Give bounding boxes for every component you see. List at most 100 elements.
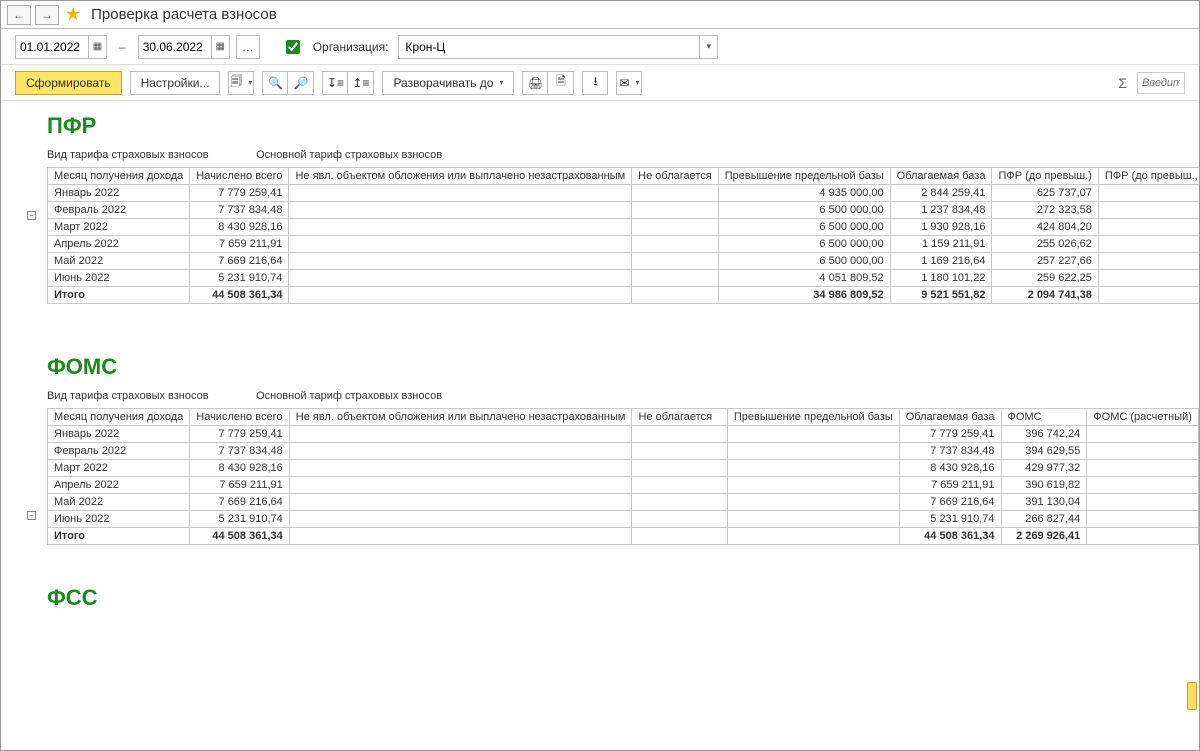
cell[interactable]: 7 737 834,48 [190, 202, 289, 219]
cell[interactable]: 390 619,82 [1001, 477, 1087, 494]
cell[interactable] [632, 426, 727, 443]
table-row[interactable]: Март 20228 430 928,168 430 928,16429 977… [48, 460, 1199, 477]
cell[interactable] [632, 511, 727, 528]
cell[interactable] [289, 511, 632, 528]
cell[interactable]: 257 227,66 [992, 253, 1098, 270]
collapse-pfr[interactable]: − [27, 211, 36, 220]
cell[interactable]: 7 779 259,41 [190, 426, 290, 443]
cell[interactable] [1098, 236, 1199, 253]
cell[interactable] [1087, 528, 1199, 545]
cell[interactable]: 44 508 361,34 [899, 528, 1001, 545]
cell[interactable] [1098, 202, 1199, 219]
cell[interactable]: 266 827,44 [1001, 511, 1087, 528]
cell[interactable]: 394 629,55 [1001, 443, 1087, 460]
cell[interactable] [1087, 511, 1199, 528]
column-header[interactable]: Превышение предельной базы [727, 409, 899, 426]
cell[interactable] [1098, 185, 1199, 202]
table-row[interactable]: Апрель 20227 659 211,916 500 000,001 159… [48, 236, 1200, 253]
pfr-table[interactable]: Месяц получения доходаНачислено всегоНе … [47, 167, 1199, 304]
cell[interactable] [632, 202, 719, 219]
table-row[interactable]: Февраль 20227 737 834,486 500 000,001 23… [48, 202, 1200, 219]
org-checkbox[interactable] [286, 40, 300, 54]
cell[interactable]: 2 844 259,41 [890, 185, 992, 202]
cell[interactable] [1087, 460, 1199, 477]
cell[interactable]: 5 231 910,74 [899, 511, 1001, 528]
find-button[interactable]: 🔍 [262, 71, 288, 95]
cell[interactable] [289, 426, 632, 443]
cell[interactable]: Май 2022 [48, 253, 190, 270]
table-row[interactable]: Май 20227 669 216,647 669 216,64391 130,… [48, 494, 1199, 511]
cell[interactable]: Январь 2022 [48, 185, 190, 202]
cell[interactable] [1087, 443, 1199, 460]
cell[interactable]: 1 169 216,64 [890, 253, 992, 270]
period-select-button[interactable]: … [236, 35, 260, 59]
cell[interactable]: 9 521 551,82 [890, 287, 992, 304]
total-row[interactable]: Итого44 508 361,3444 508 361,342 269 926… [48, 528, 1199, 545]
table-row[interactable]: Апрель 20227 659 211,917 659 211,91390 6… [48, 477, 1199, 494]
cell[interactable]: 5 231 910,74 [190, 511, 290, 528]
column-header[interactable]: Облагаемая база [899, 409, 1001, 426]
cell[interactable] [727, 511, 899, 528]
variant-button[interactable]: 🗐▾ [228, 71, 254, 95]
column-header[interactable]: ПФР (до превыш.) [992, 168, 1098, 185]
cell[interactable] [632, 270, 719, 287]
collapse-foms[interactable]: − [27, 511, 36, 520]
cell[interactable]: Март 2022 [48, 460, 190, 477]
cell[interactable]: 8 430 928,16 [190, 219, 289, 236]
cell[interactable]: 2 094 741,38 [992, 287, 1098, 304]
cell[interactable] [727, 494, 899, 511]
cell[interactable]: 7 669 216,64 [190, 253, 289, 270]
cell[interactable]: 396 742,24 [1001, 426, 1087, 443]
date-from-input[interactable] [16, 36, 88, 58]
cell[interactable]: 7 659 211,91 [899, 477, 1001, 494]
expand-to-button[interactable]: Разворачивать до▾ [382, 71, 514, 95]
cell[interactable]: Июнь 2022 [48, 511, 190, 528]
cell[interactable]: 4 935 000,00 [718, 185, 890, 202]
cell[interactable] [632, 443, 727, 460]
cell[interactable]: Март 2022 [48, 219, 190, 236]
column-header[interactable]: Начислено всего [190, 409, 290, 426]
cell[interactable] [632, 287, 719, 304]
column-header[interactable]: Превышение предельной базы [718, 168, 890, 185]
cell[interactable] [632, 460, 727, 477]
cell[interactable] [727, 477, 899, 494]
cell[interactable] [289, 236, 632, 253]
cell[interactable]: 8 430 928,16 [190, 460, 290, 477]
org-field[interactable]: ▾ [398, 35, 718, 59]
form-button[interactable]: Сформировать [15, 71, 122, 95]
mail-button[interactable]: ✉▾ [616, 71, 642, 95]
cell[interactable]: 255 026,62 [992, 236, 1098, 253]
cell[interactable]: 7 779 259,41 [190, 185, 289, 202]
column-header[interactable]: Месяц получения дохода [48, 409, 190, 426]
settings-button[interactable]: Настройки... [130, 71, 221, 95]
date-to-picker-icon[interactable]: ▦ [211, 36, 229, 58]
cell[interactable]: Итого [48, 287, 190, 304]
cell[interactable] [289, 202, 632, 219]
cell[interactable]: 6 500 000,00 [718, 253, 890, 270]
cell[interactable] [289, 253, 632, 270]
cell[interactable] [632, 477, 727, 494]
cell[interactable] [289, 270, 632, 287]
cell[interactable]: 34 986 809,52 [718, 287, 890, 304]
expand-all-button[interactable]: ↥≡ [348, 71, 374, 95]
cell[interactable]: 5 231 910,74 [190, 270, 289, 287]
cell[interactable] [289, 287, 632, 304]
report-area[interactable]: − − ПФР Вид тарифа страховых взносов Осн… [1, 101, 1199, 750]
find-next-button[interactable]: 🔎 [288, 71, 314, 95]
scrollbar-thumb[interactable] [1187, 682, 1197, 710]
cell[interactable]: 7 669 216,64 [899, 494, 1001, 511]
org-input[interactable] [398, 35, 718, 59]
collapse-all-button[interactable]: ↧≡ [322, 71, 348, 95]
date-from-picker-icon[interactable]: ▦ [88, 36, 106, 58]
cell[interactable]: Июнь 2022 [48, 270, 190, 287]
save-button[interactable]: ⭳ [582, 71, 608, 95]
cell[interactable]: 1 180 101,22 [890, 270, 992, 287]
cell[interactable] [632, 219, 719, 236]
table-row[interactable]: Май 20227 669 216,64 6 500 000,001 169 21… [48, 253, 1200, 270]
cell[interactable]: 6 500 000,00 [718, 219, 890, 236]
cell[interactable]: Январь 2022 [48, 426, 190, 443]
foms-table[interactable]: Месяц получения доходаНачислено всегоНе … [47, 408, 1199, 545]
table-row[interactable]: Июнь 20225 231 910,745 231 910,74266 827… [48, 511, 1199, 528]
quick-search-input[interactable] [1138, 73, 1184, 93]
cell[interactable]: 7 659 211,91 [190, 477, 290, 494]
